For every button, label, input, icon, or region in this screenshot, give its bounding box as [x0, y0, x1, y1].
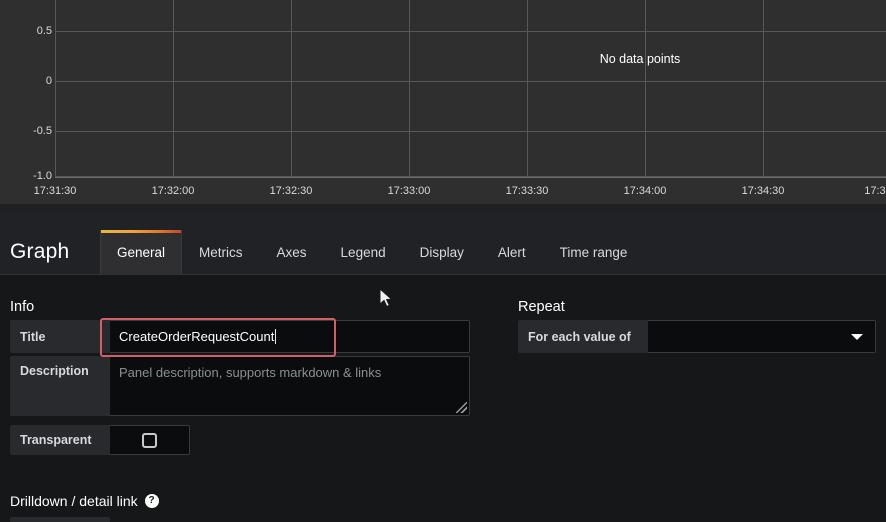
x-axis-tick-label: 17:33:00	[387, 185, 431, 197]
x-axis-tick-label: 17:34:00	[623, 185, 667, 197]
y-axis-tick-label: -0.5	[33, 125, 52, 137]
y-axis-tick-label: 0	[45, 75, 52, 87]
transparent-checkbox[interactable]	[142, 432, 157, 448]
gridline-vertical	[645, 0, 646, 178]
description-placeholder: Panel description, supports markdown & l…	[119, 365, 382, 380]
graph-y-axis: 0.5 0 -0.5 -1.0	[0, 0, 52, 182]
drilldown-section-header: Drilldown / detail link ?	[10, 493, 159, 509]
panel-editor-screen: 0.5 0 -0.5 -1.0 17:31:30 17:32:00 17:32:30 17:…	[0, 0, 886, 522]
text-cursor	[275, 329, 277, 344]
transparent-checkbox-cell[interactable]	[110, 425, 190, 455]
drilldown-label: Drilldown / detail link	[10, 493, 138, 509]
tab-legend[interactable]: Legend	[324, 230, 403, 275]
gridline-horizontal	[55, 81, 886, 82]
title-field-row: Title CreateOrderRequestCount	[10, 320, 470, 353]
info-section-title: Info	[10, 299, 35, 315]
no-data-message: No data points	[599, 52, 681, 66]
y-axis-tick-label: 0.5	[36, 25, 52, 37]
panel-type-title: Graph	[10, 240, 70, 263]
help-icon[interactable]: ?	[144, 494, 159, 508]
resize-handle-icon[interactable]	[456, 402, 468, 414]
repeat-for-each-label: For each value of	[518, 320, 648, 353]
graph-x-axis-line	[55, 177, 886, 178]
mouse-cursor	[379, 288, 393, 308]
repeat-variable-select[interactable]	[648, 320, 876, 353]
x-axis-tick-label: 17:32:30	[269, 185, 313, 197]
tab-alert[interactable]: Alert	[481, 230, 543, 275]
gridline-vertical	[527, 0, 528, 178]
gridline-horizontal	[55, 31, 886, 32]
graph-plot-area[interactable]	[55, 0, 886, 178]
drilldown-field-stub	[10, 517, 110, 522]
description-label: Description	[10, 356, 110, 416]
title-input[interactable]: CreateOrderRequestCount	[110, 320, 470, 353]
gridline-vertical	[409, 0, 410, 178]
title-input-value: CreateOrderRequestCount	[119, 329, 275, 344]
x-axis-tick-label: 17:31:30	[33, 185, 77, 197]
x-axis-tick-label: 17:34:30	[741, 185, 785, 197]
gridline-vertical	[55, 0, 56, 178]
editor-tabs: General Metrics Axes Legend Display Alert Time…	[100, 230, 644, 275]
tab-time-range[interactable]: Time range	[543, 230, 645, 275]
x-axis-tick-label: 17:32:00	[151, 185, 195, 197]
description-textarea[interactable]: Panel description, supports markdown & l…	[110, 356, 470, 416]
transparent-field-row: Transparent	[10, 425, 190, 455]
description-field-row: Description Panel description, supports …	[10, 356, 470, 416]
transparent-label: Transparent	[10, 425, 110, 455]
tab-display[interactable]: Display	[403, 230, 481, 275]
gridline-vertical	[763, 0, 764, 178]
graph-panel: 0.5 0 -0.5 -1.0 17:31:30 17:32:00 17:32:30 17:…	[0, 0, 886, 212]
tab-axes[interactable]: Axes	[260, 230, 324, 275]
repeat-field-row: For each value of	[518, 320, 876, 353]
gridline-horizontal	[55, 131, 886, 132]
y-axis-tick-label: -1.0	[33, 170, 52, 182]
gridline-vertical	[291, 0, 292, 178]
tab-general[interactable]: General	[100, 230, 183, 275]
editor-form-body: Info Title CreateOrderRequestCount Descr…	[0, 275, 886, 522]
tab-metrics[interactable]: Metrics	[182, 230, 260, 275]
title-label: Title	[10, 320, 110, 353]
chevron-down-icon	[851, 333, 863, 340]
x-axis-tick-label: 17:33:30	[505, 185, 549, 197]
gridline-vertical	[173, 0, 174, 178]
repeat-section-title: Repeat	[518, 299, 565, 315]
x-axis-tick-label: 17:35	[864, 185, 886, 197]
graph-panel-footer	[0, 204, 886, 212]
